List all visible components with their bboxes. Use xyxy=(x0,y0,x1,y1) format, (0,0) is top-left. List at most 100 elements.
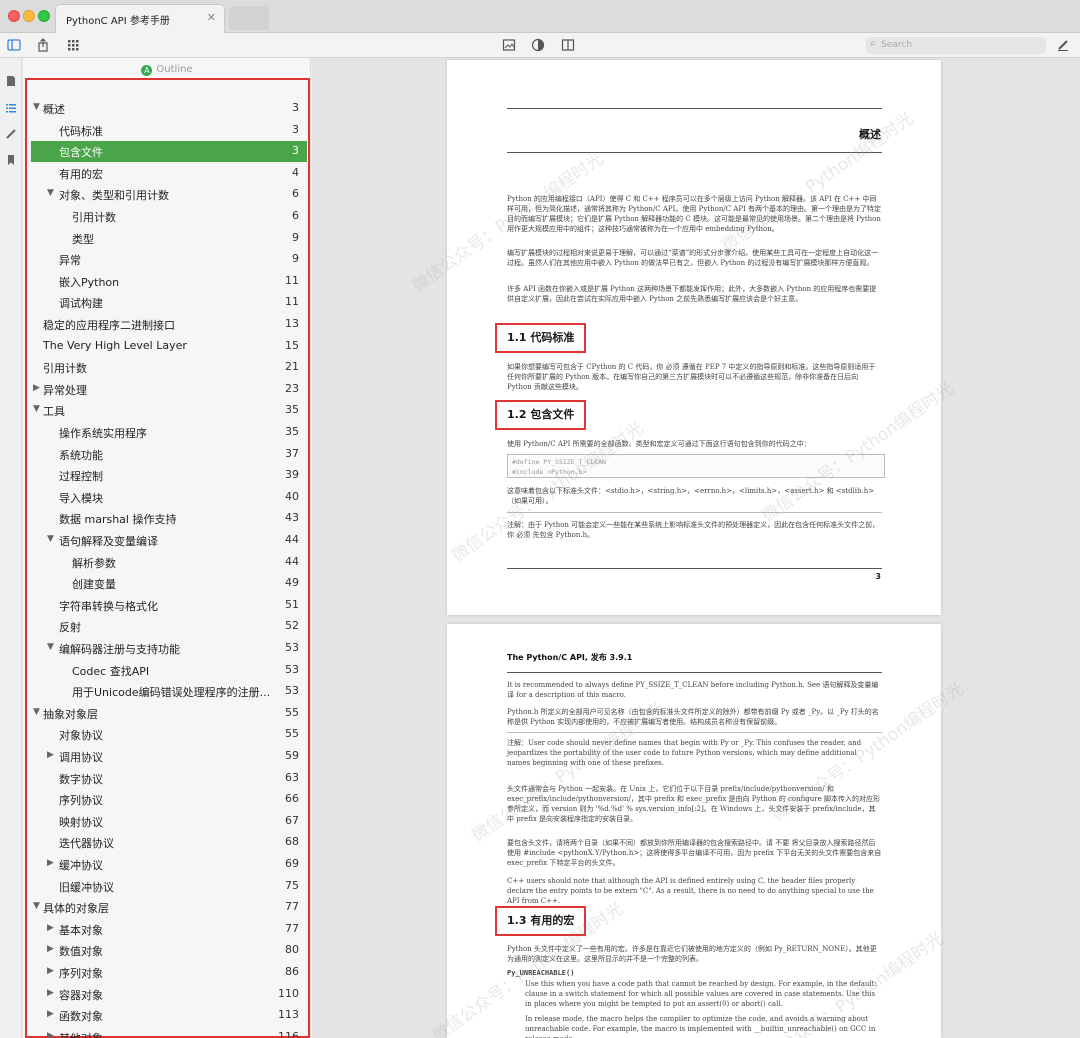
book-view-icon[interactable] xyxy=(561,38,575,52)
outline-item[interactable]: The Very High Level Layer 15 xyxy=(31,336,307,357)
outline-item[interactable]: ▼ 概述 3 xyxy=(31,98,307,119)
outline-item[interactable]: 有用的宏 4 xyxy=(31,163,307,184)
outline-item[interactable]: 引用计数 21 xyxy=(31,357,307,378)
disclosure-expanded-icon[interactable]: ▼ xyxy=(47,534,54,544)
new-tab-area[interactable] xyxy=(229,6,269,30)
outline-item[interactable]: 导入模块 40 xyxy=(31,487,307,508)
outline-item[interactable]: 类型 9 xyxy=(31,228,307,249)
outline-item[interactable]: 序列协议 66 xyxy=(31,789,307,810)
image-icon[interactable] xyxy=(502,38,516,52)
outline-item[interactable]: Codec 查找API 53 xyxy=(31,660,307,681)
paragraph: 编写扩展模块的过程相对来说更易于理解，可以通过“菜谱”的形式分步骤介绍。使用某些… xyxy=(507,249,879,267)
paragraph: It is recommended to always define PY_SS… xyxy=(507,681,879,699)
outline-item[interactable]: ▼ 具体的对象层 77 xyxy=(31,897,307,918)
disclosure-expanded-icon[interactable]: ▼ xyxy=(47,642,54,652)
bookmark-icon[interactable] xyxy=(5,154,17,166)
outline-item-page: 21 xyxy=(285,360,299,374)
outline-item[interactable]: ▼ 对象、类型和引用计数 6 xyxy=(31,184,307,205)
outline-item[interactable]: 嵌入Python 11 xyxy=(31,271,307,292)
code-line: #include <Python.h> xyxy=(512,468,587,476)
disclosure-collapsed-icon[interactable]: ▶ xyxy=(47,1009,54,1019)
outline-item[interactable]: 解析参数 44 xyxy=(31,552,307,573)
disclosure-collapsed-icon[interactable]: ▶ xyxy=(47,858,54,868)
running-head: The Python/C API, 发布 3.9.1 xyxy=(507,653,633,662)
outline-item[interactable]: ▶ 容器对象 110 xyxy=(31,984,307,1005)
share-icon[interactable] xyxy=(36,38,50,52)
document-icon[interactable] xyxy=(5,75,17,87)
outline-item[interactable]: 过程控制 39 xyxy=(31,465,307,486)
document-view[interactable]: 概述 Python 的应用编程接口（API）使得 C 和 C++ 程序员可以在多… xyxy=(312,58,1080,1038)
outline-item[interactable]: 异常 9 xyxy=(31,249,307,270)
outline-item[interactable]: 数字协议 63 xyxy=(31,768,307,789)
outline-item[interactable]: ▼ 抽象对象层 55 xyxy=(31,703,307,724)
outline-item[interactable]: 反射 52 xyxy=(31,616,307,637)
outline-item[interactable]: 引用计数 6 xyxy=(31,206,307,227)
disclosure-collapsed-icon[interactable]: ▶ xyxy=(47,750,54,760)
outline-item[interactable]: 代码标准 3 xyxy=(31,120,307,141)
outline-item[interactable]: 创建变量 49 xyxy=(31,573,307,594)
outline-item-page: 6 xyxy=(292,187,299,201)
disclosure-expanded-icon[interactable]: ▼ xyxy=(33,707,40,717)
outline-item-page: 37 xyxy=(285,446,299,460)
outline-item[interactable]: 系统功能 37 xyxy=(31,444,307,465)
search-field[interactable]: ⌕ Search xyxy=(866,37,1046,54)
outline-item-page: 59 xyxy=(285,749,299,762)
paragraph: Use this when you have a code path that … xyxy=(525,980,877,1008)
outline-item-page: 86 xyxy=(285,965,299,978)
outline-item-page: 69 xyxy=(285,857,299,870)
edit-pencil-icon[interactable] xyxy=(1056,38,1070,52)
outline-item[interactable]: 映射协议 67 xyxy=(31,811,307,832)
disclosure-collapsed-icon[interactable]: ▶ xyxy=(47,944,54,954)
outline-item[interactable]: ▶ 异常处理 23 xyxy=(31,379,307,400)
outline-item-label: 嵌入Python xyxy=(59,275,120,289)
outline-item[interactable]: 字符串转换与格式化 51 xyxy=(31,595,307,616)
outline-item[interactable]: ▶ 调用协议 59 xyxy=(31,746,307,767)
close-tab-icon[interactable]: ✕ xyxy=(207,11,216,24)
minimize-window-button[interactable] xyxy=(23,10,35,22)
outline-item[interactable]: ▶ 其他对象 116 xyxy=(31,1027,307,1038)
outline-item[interactable]: 稳定的应用程序二进制接口 13 xyxy=(31,314,307,335)
outline-item-label: 调用协议 xyxy=(59,751,103,764)
outline-item[interactable]: 旧缓冲协议 75 xyxy=(31,876,307,897)
outline-item[interactable]: ▶ 基本对象 77 xyxy=(31,919,307,940)
disclosure-collapsed-icon[interactable]: ▶ xyxy=(47,966,54,976)
outline-item[interactable]: ▶ 函数对象 113 xyxy=(31,1005,307,1026)
grid-view-icon[interactable] xyxy=(66,38,80,52)
disclosure-collapsed-icon[interactable]: ▶ xyxy=(47,988,54,998)
outline-item[interactable]: 调试构建 11 xyxy=(31,292,307,313)
outline-item[interactable]: 对象协议 55 xyxy=(31,724,307,745)
outline-item-label: 容器对象 xyxy=(59,988,103,1002)
outline-item[interactable]: ▶ 序列对象 86 xyxy=(31,962,307,983)
disclosure-collapsed-icon[interactable]: ▶ xyxy=(47,1031,54,1038)
disclosure-expanded-icon[interactable]: ▼ xyxy=(33,901,40,911)
outline-item[interactable]: ▼ 语句解释及变量编译 44 xyxy=(31,530,307,551)
outline-item-label: 异常处理 xyxy=(43,383,87,397)
disclosure-collapsed-icon[interactable]: ▶ xyxy=(33,383,40,393)
disclosure-expanded-icon[interactable]: ▼ xyxy=(33,404,40,414)
outline-item[interactable]: ▶ 数值对象 80 xyxy=(31,940,307,961)
disclosure-collapsed-icon[interactable]: ▶ xyxy=(47,923,54,933)
code-block: #define PY_SSIZE_T_CLEAN #include <Pytho… xyxy=(507,454,885,478)
outline-item[interactable]: 包含文件 3 xyxy=(31,141,307,163)
outline-item-page: 40 xyxy=(285,489,299,503)
disclosure-expanded-icon[interactable]: ▼ xyxy=(33,102,40,112)
outline-highlight-frame: ▼ 概述 3 代码标准 3 包含文件 3 有用的宏 4 ▼ 对象、类型和引用计数 6 引用计数 6 类型 9 异… xyxy=(25,78,310,1038)
outline-item-page: 3 xyxy=(292,101,299,114)
outline-item[interactable]: ▼ 工具 35 xyxy=(31,400,307,421)
outline-item-page: 9 xyxy=(292,230,299,244)
close-window-button[interactable] xyxy=(8,10,20,22)
sidebar-toggle-icon[interactable] xyxy=(7,38,21,52)
outline-item[interactable]: ▶ 缓冲协议 69 xyxy=(31,854,307,875)
disclosure-expanded-icon[interactable]: ▼ xyxy=(47,188,54,198)
outline-list-icon[interactable] xyxy=(5,102,17,114)
outline-item-label: 代码标准 xyxy=(59,124,103,138)
outline-item[interactable]: 迭代器协议 68 xyxy=(31,832,307,853)
contrast-icon[interactable] xyxy=(531,38,545,52)
outline-item[interactable]: 数据 marshal 操作支持 43 xyxy=(31,508,307,529)
annotation-pen-icon[interactable] xyxy=(5,128,17,140)
zoom-window-button[interactable] xyxy=(38,10,50,22)
document-tab[interactable]: PythonC API 参考手册 ✕ xyxy=(55,4,225,33)
outline-item[interactable]: 用于Unicode编码错误处理程序的注册... 53 xyxy=(31,681,307,702)
outline-item[interactable]: 操作系统实用程序 35 xyxy=(31,422,307,443)
outline-item[interactable]: ▼ 编解码器注册与支持功能 53 xyxy=(31,638,307,659)
